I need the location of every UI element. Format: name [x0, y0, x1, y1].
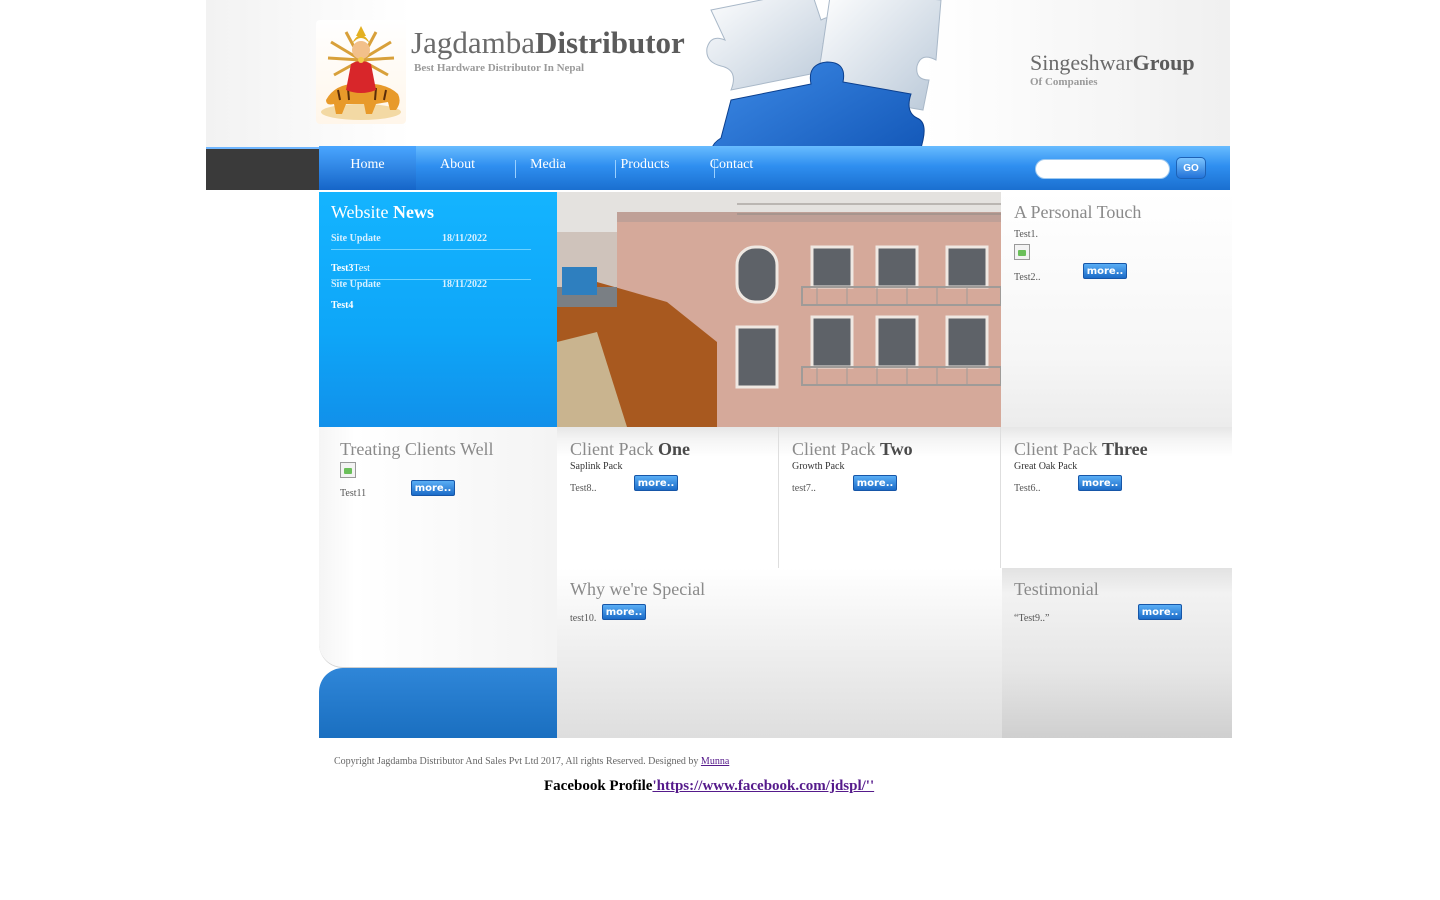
client-pack-title-bold: Three [1102, 439, 1148, 459]
facebook-label: Facebook Profile [544, 778, 653, 794]
news-panel: Website News Site Update 18/11/2022 Test… [319, 192, 557, 427]
go-button[interactable]: GO [1176, 157, 1206, 179]
nav-products-label: Products [620, 157, 670, 172]
testimonial-panel: Testimonial “Test9..” more.. [1002, 568, 1232, 738]
search-input[interactable] [1035, 159, 1170, 179]
group-subtitle: Of Companies [1030, 76, 1098, 88]
nav-about[interactable]: About [421, 146, 494, 190]
news-text: Test4 [331, 300, 531, 311]
news-category: Site Update [331, 233, 381, 244]
broken-image-icon [1014, 244, 1030, 260]
news-meta: Site Update 18/11/2022 [331, 233, 531, 247]
why-special-title: Why we're Special [570, 579, 706, 599]
client-pack-sub: Growth Pack [792, 461, 845, 472]
left-blue-block [319, 668, 557, 738]
news-entry[interactable]: Site Update 18/11/2022 Test3Test [331, 233, 531, 274]
news-text: Test3Test [331, 263, 531, 274]
client-pack-two: Client Pack Two Growth Pack test7.. more… [779, 427, 1001, 568]
brand-title: JagdambaDistributor [411, 26, 685, 60]
news-entry[interactable]: Site Update 18/11/2022 Test4 [331, 279, 531, 311]
client-pack-sub: Saplink Pack [570, 461, 623, 472]
copyright-text: Copyright Jagdamba Distributor And Sales… [334, 756, 701, 767]
news-title-bold: News [393, 202, 435, 222]
personal-touch-line1: Test1. [1014, 229, 1039, 240]
nav-media-label: Media [530, 157, 566, 172]
designer-link[interactable]: Munna [701, 756, 729, 767]
nav-media[interactable]: Media [516, 146, 580, 190]
client-pack-text: Test6.. [1014, 483, 1041, 494]
group-title: SingeshwarGroup [1030, 50, 1195, 76]
why-special-text: test10. [570, 613, 597, 624]
client-pack-sub: Great Oak Pack [1014, 461, 1078, 472]
more-button[interactable]: more.. [634, 475, 678, 491]
footer-copyright: Copyright Jagdamba Distributor And Sales… [334, 756, 729, 767]
more-button[interactable]: more.. [1138, 604, 1182, 620]
client-pack-title-bold: Two [880, 439, 913, 459]
nav-contact-label: Contact [709, 157, 754, 172]
why-special-panel: Why we're Special test10. more.. [557, 568, 1002, 738]
client-pack-title: Client Pack Three [1014, 439, 1148, 460]
news-title-light: Website [331, 202, 394, 222]
group-light: Singeshwar [1030, 50, 1133, 75]
news-item-title[interactable]: Test3 [331, 263, 353, 274]
client-pack-title: Client Pack Two [792, 439, 913, 460]
group-bold: Group [1132, 50, 1195, 75]
client-pack-three: Client Pack Three Great Oak Pack Test6..… [1001, 427, 1232, 568]
news-item-body: Test [353, 263, 370, 274]
personal-touch-title: A Personal Touch [1014, 202, 1142, 222]
nav-home[interactable]: Home [319, 146, 416, 190]
facebook-link[interactable]: 'https://www.facebook.com/jdspl/'' [652, 778, 874, 794]
client-pack-title-light: Client Pack [570, 439, 658, 459]
brand-tagline: Best Hardware Distributor In Nepal [414, 62, 585, 74]
more-button[interactable]: more.. [1083, 263, 1127, 279]
more-button[interactable]: more.. [411, 480, 455, 496]
nav-home-label: Home [350, 157, 385, 172]
client-pack-title-light: Client Pack [792, 439, 880, 459]
brand-bold: Distributor [534, 25, 685, 60]
client-pack-one: Client Pack One Saplink Pack Test8.. mor… [557, 427, 779, 568]
page: JagdambaDistributor Best Hardware Distri… [0, 0, 1440, 900]
testimonial-text: “Test9..” [1014, 613, 1050, 624]
news-date: 18/11/2022 [442, 279, 488, 290]
news-date: 18/11/2022 [442, 233, 488, 244]
treating-clients-body: Treating Clients Well Test11 more.. [319, 427, 557, 668]
treating-clients-text: Test11 [340, 488, 367, 499]
client-pack-text: test7.. [792, 483, 816, 494]
facebook-profile: Facebook Profile'https://www.facebook.co… [544, 778, 874, 795]
news-category: Site Update [331, 279, 381, 290]
brand-light: Jagdamba [411, 25, 535, 60]
news-title: Website News [331, 202, 434, 223]
more-button[interactable]: more.. [853, 475, 897, 491]
nav-products[interactable]: Products [616, 146, 674, 190]
treating-clients-panel: Treating Clients Well Test11 more.. [319, 427, 557, 738]
more-button[interactable]: more.. [602, 604, 646, 620]
client-pack-text: Test8.. [570, 483, 597, 494]
broken-image-icon [340, 462, 356, 478]
client-pack-title-bold: One [658, 439, 691, 459]
nav-about-label: About [440, 157, 475, 172]
news-item-title[interactable]: Test4 [331, 300, 353, 311]
durga-logo[interactable] [316, 20, 406, 124]
treating-clients-title: Treating Clients Well [340, 439, 494, 459]
client-pack-title: Client Pack One [570, 439, 690, 460]
site-header: JagdambaDistributor Best Hardware Distri… [206, 0, 1230, 190]
building-photo [557, 192, 1001, 427]
personal-touch-line2: Test2.. [1014, 272, 1041, 283]
news-divider [331, 249, 531, 250]
personal-touch-panel: A Personal Touch Test1. Test2.. more.. [1001, 192, 1232, 427]
news-meta: Site Update 18/11/2022 [331, 279, 531, 293]
testimonial-title: Testimonial [1014, 579, 1099, 599]
navbar-left-strip [206, 147, 320, 190]
nav-contact[interactable]: Contact [704, 146, 759, 190]
client-pack-title-light: Client Pack [1014, 439, 1102, 459]
more-button[interactable]: more.. [1078, 475, 1122, 491]
